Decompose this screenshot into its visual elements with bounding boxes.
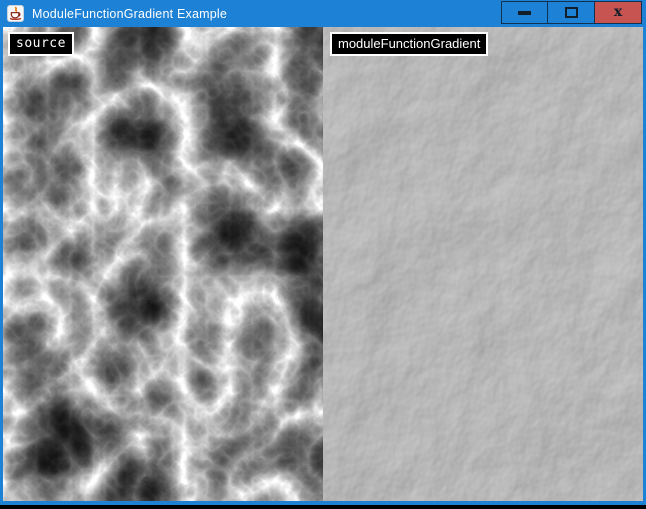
- gradient-image-panel: moduleFunctionGradient: [323, 27, 643, 501]
- close-icon: x: [614, 5, 622, 19]
- bottom-black-strip: [0, 505, 646, 509]
- gradient-image-label: moduleFunctionGradient: [330, 32, 488, 56]
- source-noise-image: [3, 27, 323, 501]
- window-controls: x: [501, 1, 642, 24]
- content-area: source: [3, 27, 643, 501]
- minimize-icon: [518, 11, 531, 15]
- app-window: ModuleFunctionGradient Example x: [0, 0, 646, 505]
- module-function-gradient-image: [323, 27, 643, 501]
- source-image-panel: source: [3, 27, 323, 501]
- maximize-icon: [565, 7, 578, 18]
- source-image-label: source: [8, 32, 74, 56]
- window-title: ModuleFunctionGradient Example: [32, 7, 227, 21]
- minimize-button[interactable]: [501, 1, 548, 24]
- titlebar[interactable]: ModuleFunctionGradient Example x: [0, 0, 646, 27]
- close-button[interactable]: x: [595, 1, 642, 24]
- maximize-button[interactable]: [548, 1, 595, 24]
- java-coffee-cup-icon[interactable]: [7, 5, 24, 22]
